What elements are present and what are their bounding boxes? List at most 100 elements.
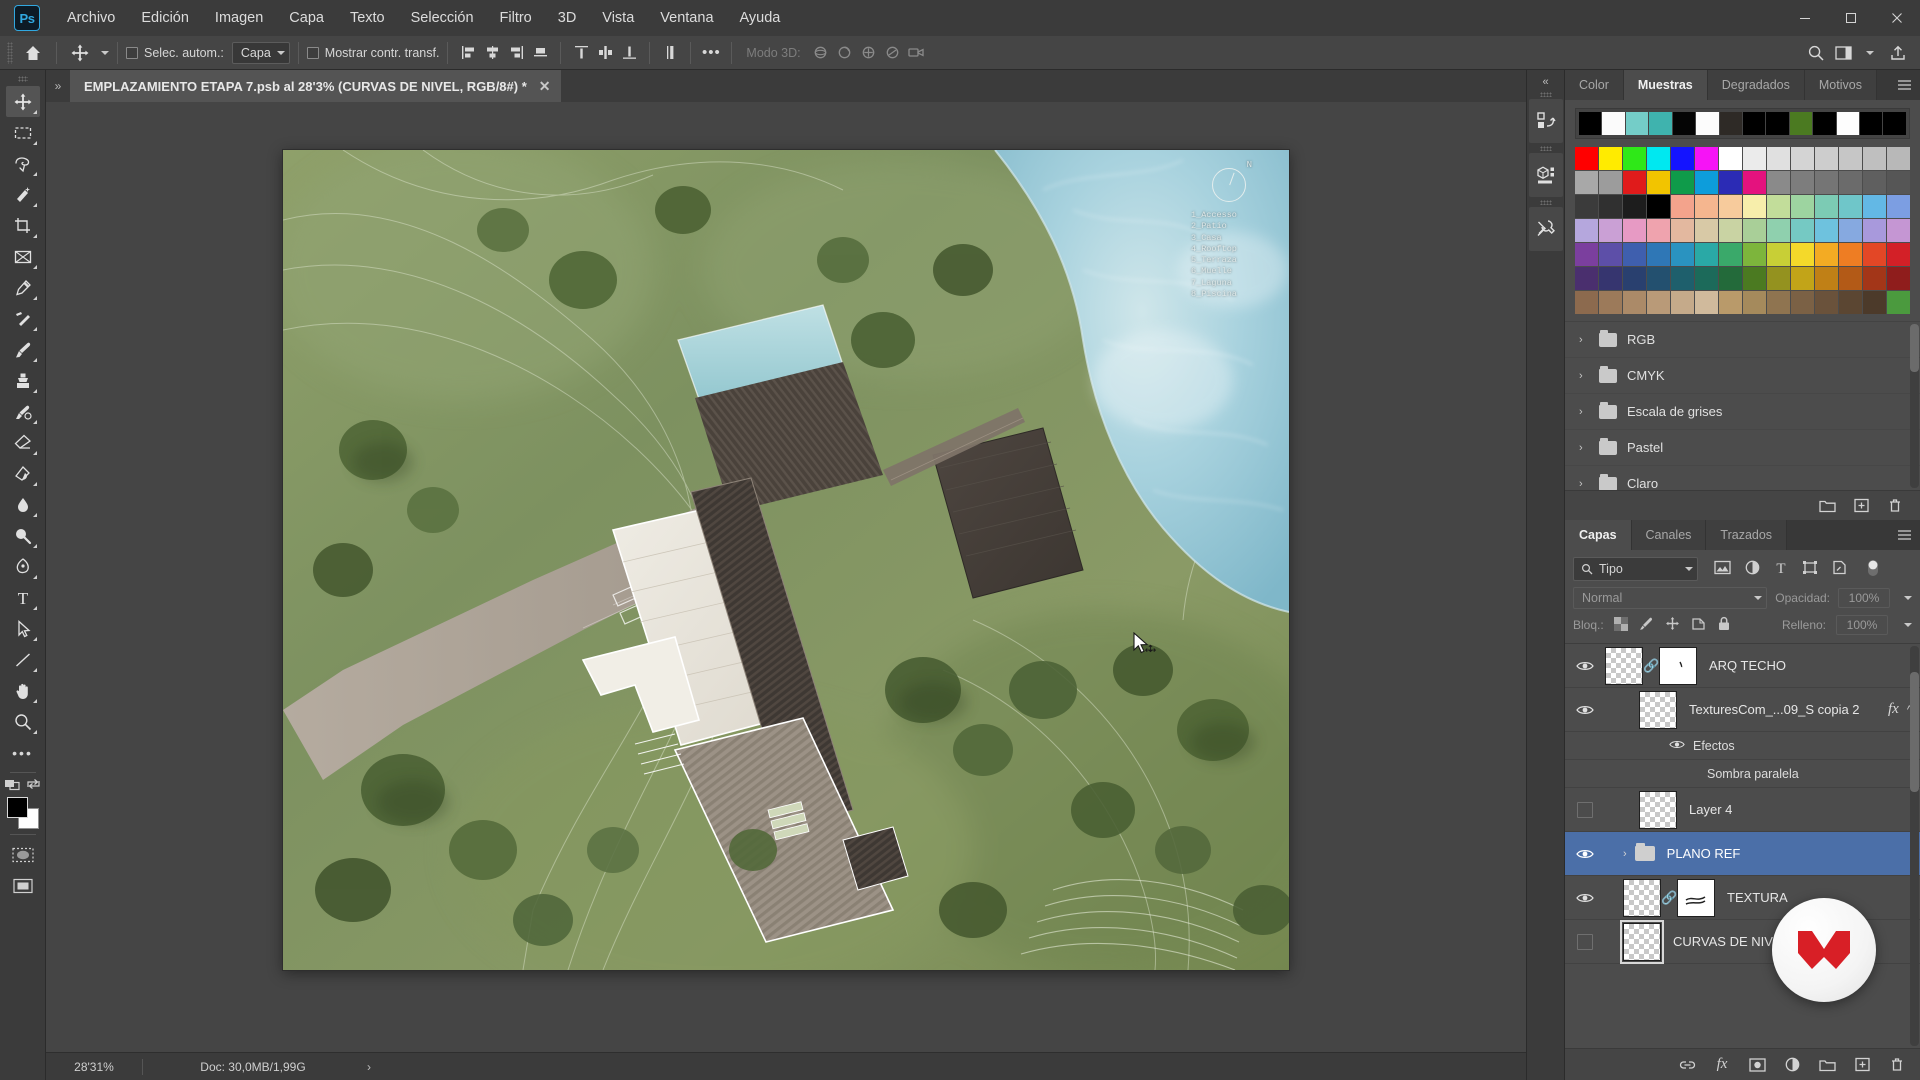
color-swatch[interactable]	[1815, 291, 1838, 314]
quick-select-tool[interactable]	[6, 179, 40, 210]
3d-roll-icon[interactable]	[833, 41, 857, 65]
color-swatch[interactable]	[1719, 147, 1742, 170]
move-tool-icon[interactable]	[65, 40, 95, 66]
maximize-button[interactable]	[1828, 0, 1874, 36]
tab-degradados[interactable]: Degradados	[1707, 70, 1805, 100]
align-horizontal-centers-icon[interactable]	[480, 41, 504, 65]
layer-name[interactable]: Layer 4	[1689, 802, 1912, 817]
layer-row[interactable]: 🔗 TEXTURA	[1565, 876, 1920, 920]
color-swatch[interactable]	[1575, 243, 1598, 266]
hidden-eye-icon[interactable]	[1577, 933, 1593, 950]
layer-filter-dropdown[interactable]: Tipo	[1573, 557, 1698, 581]
color-swatch[interactable]	[1647, 147, 1670, 170]
layers-scrollbar[interactable]	[1910, 646, 1919, 1046]
workspace-caret-icon[interactable]	[1866, 50, 1874, 55]
swatch-group-pastel[interactable]: › Pastel	[1565, 430, 1920, 466]
color-swatch[interactable]	[1599, 219, 1622, 242]
color-swatch[interactable]	[1887, 219, 1910, 242]
3d-pan-icon[interactable]	[857, 41, 881, 65]
color-swatches[interactable]	[6, 796, 40, 830]
color-swatch[interactable]	[1839, 219, 1862, 242]
color-swatch[interactable]	[1743, 219, 1766, 242]
color-swatch[interactable]	[1767, 243, 1790, 266]
align-bottom-edges-icon[interactable]	[528, 41, 552, 65]
chevron-right-icon[interactable]: ›	[1579, 442, 1589, 454]
color-swatch[interactable]	[1599, 267, 1622, 290]
chevron-right-icon[interactable]: ›	[1579, 370, 1589, 382]
color-swatch[interactable]	[1599, 291, 1622, 314]
pinned-swatch[interactable]	[1672, 112, 1696, 135]
document-tab[interactable]: EMPLAZAMIENTO ETAPA 7.psb al 28'3% (CURV…	[70, 70, 562, 102]
layer-effect-item[interactable]: Sombra paralela	[1565, 760, 1920, 788]
layer-row[interactable]: › PLANO REF	[1565, 832, 1920, 876]
color-swatch[interactable]	[1695, 291, 1718, 314]
close-document-icon[interactable]: ✕	[539, 79, 551, 93]
opacity-caret-icon[interactable]	[1904, 596, 1912, 600]
libraries-icon[interactable]	[1528, 99, 1563, 143]
layer-mask-thumbnail[interactable]	[1659, 646, 1697, 685]
color-swatch[interactable]	[1887, 243, 1910, 266]
color-swatch[interactable]	[1623, 267, 1646, 290]
color-swatch[interactable]	[1791, 219, 1814, 242]
distribute-top-icon[interactable]	[569, 41, 593, 65]
color-swatch[interactable]	[1575, 195, 1598, 218]
color-swatch[interactable]	[1839, 171, 1862, 194]
zoom-tool[interactable]	[6, 706, 40, 737]
color-swatch[interactable]	[1887, 267, 1910, 290]
layer-row[interactable]: Layer 4	[1565, 788, 1920, 832]
color-swatch[interactable]	[1863, 291, 1886, 314]
color-swatch[interactable]	[1575, 147, 1598, 170]
rail-grip-1[interactable]	[1539, 92, 1552, 97]
color-swatch[interactable]	[1599, 171, 1622, 194]
home-icon[interactable]	[18, 40, 48, 66]
fill-caret-icon[interactable]	[1904, 623, 1912, 627]
color-swatch[interactable]	[1671, 267, 1694, 290]
align-right-edges-icon[interactable]	[504, 41, 528, 65]
collapse-panels-icon[interactable]: «	[1527, 72, 1564, 92]
new-swatch-icon[interactable]	[1852, 497, 1870, 515]
lock-artboard-icon[interactable]	[1691, 616, 1706, 634]
layer-visibility-toggle[interactable]	[1565, 660, 1605, 672]
color-swatch[interactable]	[1767, 219, 1790, 242]
layer-thumbnail[interactable]	[1639, 690, 1677, 729]
type-tool[interactable]: T	[6, 582, 40, 613]
color-swatch[interactable]	[1743, 267, 1766, 290]
lock-image-icon[interactable]	[1639, 616, 1654, 634]
layer-mask-thumbnail[interactable]	[1677, 878, 1715, 917]
color-swatch[interactable]	[1695, 267, 1718, 290]
color-swatch[interactable]	[1791, 147, 1814, 170]
pinned-swatch[interactable]	[1579, 112, 1602, 135]
color-swatch[interactable]	[1863, 147, 1886, 170]
color-swatch[interactable]	[1575, 171, 1598, 194]
color-swatch[interactable]	[1671, 291, 1694, 314]
layer-style-icon[interactable]: fx	[1713, 1056, 1731, 1074]
color-swatch[interactable]	[1623, 171, 1646, 194]
lay er-visibility-toggle[interactable]	[1565, 892, 1605, 904]
color-swatch[interactable]	[1599, 243, 1622, 266]
menu-capa[interactable]: Capa	[276, 0, 337, 36]
layer-mask-icon[interactable]	[1748, 1056, 1766, 1074]
color-swatch[interactable]	[1671, 243, 1694, 266]
pinned-swatch[interactable]	[1836, 112, 1860, 135]
delete-icon[interactable]	[1886, 497, 1904, 515]
status-expand-icon[interactable]: ›	[363, 1060, 371, 1074]
toolbox-grip[interactable]	[17, 76, 28, 82]
color-swatch[interactable]	[1719, 219, 1742, 242]
tab-motivos[interactable]: Motivos	[1804, 70, 1877, 100]
color-swatch[interactable]	[1839, 267, 1862, 290]
color-swatch[interactable]	[1815, 147, 1838, 170]
layer-list[interactable]: 🔗 ARQ TECHO TexturesCom_...09_S copia 2 …	[1565, 643, 1920, 1048]
hidden-eye-icon[interactable]	[1577, 801, 1593, 818]
color-swatch[interactable]	[1671, 195, 1694, 218]
share-icon[interactable]	[1886, 41, 1910, 65]
color-swatch[interactable]	[1695, 219, 1718, 242]
color-swatch[interactable]	[1623, 195, 1646, 218]
color-swatch[interactable]	[1863, 195, 1886, 218]
tab-capas[interactable]: Capas	[1565, 520, 1632, 550]
3d-camera-icon[interactable]	[905, 41, 929, 65]
color-swatch[interactable]	[1863, 219, 1886, 242]
color-swatch[interactable]	[1599, 147, 1622, 170]
layer-name[interactable]: TexturesCom_...09_S copia 2	[1689, 702, 1888, 717]
layer-effects-group[interactable]: Efectos	[1565, 732, 1920, 760]
path-selection-tool[interactable]	[6, 613, 40, 644]
